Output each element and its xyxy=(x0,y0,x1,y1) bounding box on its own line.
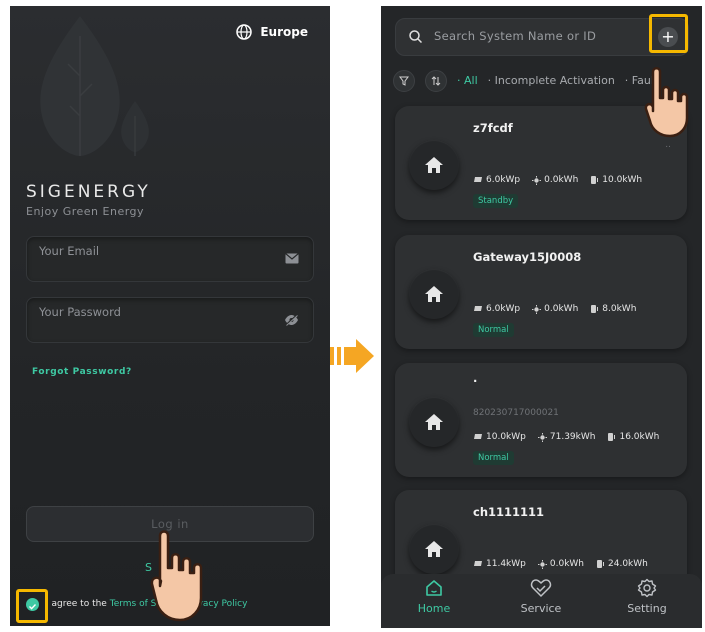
forgot-password-link[interactable]: Forgot Password? xyxy=(32,367,132,377)
battery-icon xyxy=(591,176,599,184)
pointer-hand-icon xyxy=(644,67,689,138)
home-avatar xyxy=(409,397,459,447)
status-badge: Standby xyxy=(473,194,519,208)
home-avatar xyxy=(409,269,459,319)
system-card[interactable]: . 820230717000021 10.0kWp 71.39kWh 16.0k… xyxy=(395,363,687,477)
nav-setting-label: Setting xyxy=(627,602,667,615)
filter-icon xyxy=(399,76,409,86)
more-indicator: .. xyxy=(665,140,671,150)
sun-icon xyxy=(537,559,547,569)
system-name: . xyxy=(473,371,478,385)
mail-icon xyxy=(285,253,299,264)
home-avatar xyxy=(409,524,459,574)
search-icon xyxy=(409,30,422,43)
globe-icon xyxy=(236,24,253,40)
pointer-hand-icon xyxy=(150,530,203,622)
home-avatar xyxy=(409,140,459,190)
nav-home-label: Home xyxy=(417,602,451,615)
battery-capacity: 24.0kWh xyxy=(608,559,648,569)
email-field[interactable]: Your Email xyxy=(26,236,314,282)
bottom-nav: Home Service Setting xyxy=(381,574,702,628)
hide-password-icon[interactable] xyxy=(284,314,299,326)
system-name: Gateway15J0008 xyxy=(473,250,582,264)
battery-icon xyxy=(591,305,599,313)
nav-service-label: Service xyxy=(520,602,562,615)
status-badge: Normal xyxy=(473,323,514,337)
solar-panel-icon xyxy=(474,561,482,567)
search-placeholder: Search System Name or ID xyxy=(434,29,597,43)
region-selector[interactable]: Europe xyxy=(236,24,308,40)
status-badge: Normal xyxy=(473,451,514,465)
solar-panel-icon xyxy=(474,434,482,440)
energy-today: 71.39kWh xyxy=(549,432,596,442)
system-stats: 6.0kWp 0.0kWh 8.0kWh xyxy=(473,304,636,314)
pv-capacity: 11.4kWp xyxy=(486,559,526,569)
password-placeholder: Your Password xyxy=(39,305,121,319)
tagline: Enjoy Green Energy xyxy=(26,205,145,218)
pv-capacity: 6.0kWp xyxy=(486,304,521,314)
solar-panel-icon xyxy=(474,306,482,312)
brand-logo: SIGENERGY xyxy=(26,182,151,202)
battery-capacity: 16.0kWh xyxy=(619,432,660,442)
sort-icon xyxy=(431,76,441,86)
house-icon xyxy=(425,157,443,173)
house-icon xyxy=(425,286,443,302)
region-label: Europe xyxy=(260,25,308,39)
house-icon xyxy=(425,414,443,430)
tab-incomplete-activation[interactable]: · Incomplete Activation xyxy=(488,74,615,87)
agree-text: I agree to the Terms of S Privacy Policy xyxy=(46,599,247,609)
energy-today: 0.0kWh xyxy=(544,175,579,185)
system-stats: 11.4kWp 0.0kWh 24.0kWh xyxy=(473,559,648,569)
leaf-decoration xyxy=(40,16,149,156)
email-placeholder: Your Email xyxy=(39,244,100,258)
battery-capacity: 10.0kWh xyxy=(602,175,643,185)
battery-icon xyxy=(597,560,605,568)
add-button-highlight xyxy=(649,14,688,53)
settings-icon xyxy=(637,578,657,598)
home-screen: Search System Name or ID + · All · Incom… xyxy=(381,6,702,628)
pv-capacity: 6.0kWp xyxy=(486,175,521,185)
nav-home[interactable]: Home xyxy=(389,578,479,615)
transition-arrow-icon xyxy=(330,339,374,373)
login-screen: Europe SIGENERGY Enjoy Green Energy Your… xyxy=(10,6,330,626)
system-stats: 10.0kWp 71.39kWh 16.0kWh xyxy=(473,432,659,442)
nav-service[interactable]: Service xyxy=(496,578,586,615)
sun-icon xyxy=(532,175,542,185)
battery-capacity: 8.0kWh xyxy=(602,304,637,314)
sun-icon xyxy=(537,432,547,442)
solar-panel-icon xyxy=(474,177,482,183)
home-icon xyxy=(426,580,442,596)
system-name: z7fcdf xyxy=(473,121,513,135)
battery-icon xyxy=(608,433,616,441)
filter-button[interactable] xyxy=(393,70,415,92)
sun-icon xyxy=(532,304,542,314)
checkbox-highlight xyxy=(16,589,48,623)
pv-capacity: 10.0kWp xyxy=(486,432,526,442)
system-card[interactable]: Gateway15J0008 6.0kWp 0.0kWh 8.0kWh Norm… xyxy=(395,235,687,349)
energy-today: 0.0kWh xyxy=(549,559,585,569)
nav-setting[interactable]: Setting xyxy=(602,578,692,615)
search-input[interactable]: Search System Name or ID xyxy=(395,18,689,56)
system-name: ch1111111 xyxy=(473,505,545,519)
password-field[interactable]: Your Password xyxy=(26,297,314,343)
system-stats: 6.0kWp 0.0kWh 10.0kWh xyxy=(473,175,642,185)
sort-button[interactable] xyxy=(425,70,447,92)
agree-prefix: I agree to the xyxy=(46,599,107,609)
system-id: 820230717000021 xyxy=(473,408,559,418)
status-tabs: · All · Incomplete Activation · Fault xyxy=(457,74,658,87)
energy-today: 0.0kWh xyxy=(544,304,579,314)
house-icon xyxy=(425,541,443,557)
tab-all[interactable]: · All xyxy=(457,74,478,87)
service-icon xyxy=(530,579,552,598)
